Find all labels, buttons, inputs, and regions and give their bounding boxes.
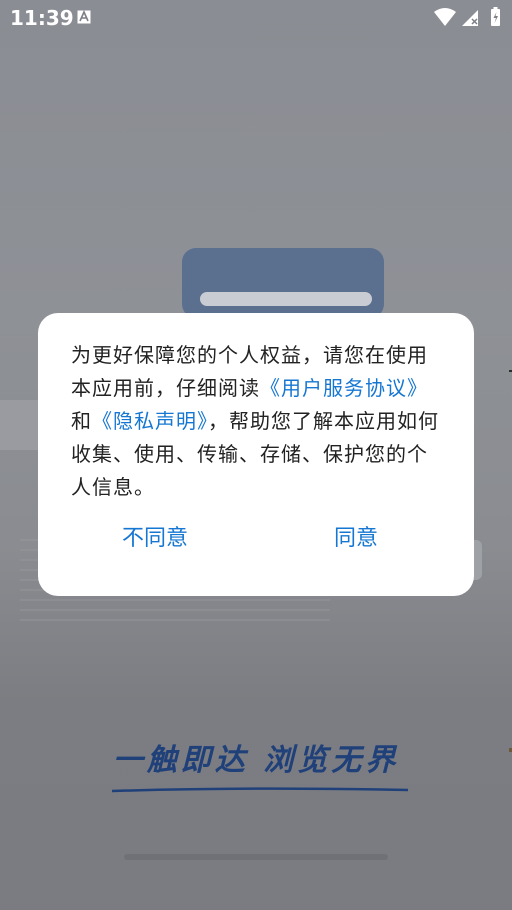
privacy-policy-link[interactable]: 《隐私声明》 <box>92 409 208 433</box>
slogan-text: 一触即达 浏览无界 <box>112 743 400 778</box>
slogan: 一触即达 浏览无界 <box>0 735 512 779</box>
status-bar: 11:39 <box>0 0 512 36</box>
status-icons <box>434 7 500 26</box>
disagree-button[interactable]: 不同意 <box>75 519 235 559</box>
dialog-text-and: 和 <box>71 409 92 433</box>
signal-icon <box>462 10 478 26</box>
slogan-underline <box>111 787 409 793</box>
battery-charging-icon <box>491 7 500 26</box>
user-agreement-link[interactable]: 《用户服务协议》 <box>260 376 428 400</box>
home-indicator <box>124 854 388 860</box>
dialog-message: 为更好保障您的个人权益，请您在使用本应用前，仔细阅读《用户服务协议》和《隐私声明… <box>71 339 446 504</box>
font-a-icon <box>77 10 91 24</box>
privacy-consent-dialog: 为更好保障您的个人权益，请您在使用本应用前，仔细阅读《用户服务协议》和《隐私声明… <box>38 313 474 596</box>
agree-button[interactable]: 同意 <box>276 519 436 559</box>
status-time: 11:39 <box>10 6 74 30</box>
wifi-icon <box>434 8 456 26</box>
